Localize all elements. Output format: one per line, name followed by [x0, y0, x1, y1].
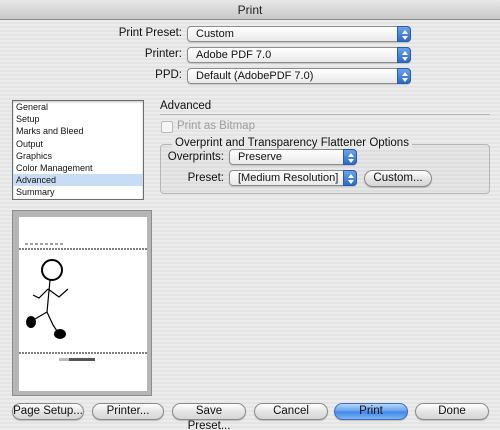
- preset-value: [Medium Resolution]: [238, 172, 339, 184]
- done-button[interactable]: Done: [415, 403, 489, 420]
- save-preset-button[interactable]: Save Preset...: [172, 403, 246, 430]
- sidebar-item-summary[interactable]: Summary: [13, 186, 143, 198]
- preview-paper: [19, 217, 147, 391]
- print-preset-label: Print Preset:: [118, 27, 182, 39]
- printer-popup[interactable]: Adobe PDF 7.0: [187, 47, 411, 63]
- window-title: Print: [0, 0, 500, 20]
- cancel-button[interactable]: Cancel: [254, 403, 328, 420]
- updown-arrows-icon: [343, 170, 357, 186]
- print-preset-value: Custom: [196, 28, 234, 40]
- overprints-label: Overprints:: [167, 151, 224, 163]
- print-button[interactable]: Print: [334, 403, 408, 420]
- updown-arrows-icon: [397, 26, 411, 42]
- ppd-popup[interactable]: Default (AdobePDF 7.0): [187, 68, 411, 84]
- sidebar-item-general[interactable]: General: [13, 101, 143, 113]
- ppd-label: PPD:: [155, 69, 182, 81]
- ppd-value: Default (AdobePDF 7.0): [196, 70, 314, 82]
- section-divider: [160, 114, 490, 115]
- print-as-bitmap-checkbox[interactable]: [161, 121, 173, 133]
- updown-arrows-icon: [397, 47, 411, 63]
- sidebar-item-marks-and-bleed[interactable]: Marks and Bleed: [13, 125, 143, 137]
- page-setup-button[interactable]: Page Setup...: [12, 403, 84, 420]
- category-list[interactable]: General Setup Marks and Bleed Output Gra…: [12, 100, 144, 200]
- sidebar-item-color-management[interactable]: Color Management: [13, 162, 143, 174]
- sidebar-item-setup[interactable]: Setup: [13, 113, 143, 125]
- section-title: Advanced: [160, 100, 212, 112]
- updown-arrows-icon: [343, 149, 357, 165]
- page-preview: [12, 210, 152, 396]
- sidebar-item-output[interactable]: Output: [13, 138, 143, 150]
- printer-label: Printer:: [144, 48, 182, 60]
- printer-value: Adobe PDF 7.0: [196, 49, 272, 61]
- sidebar-item-graphics[interactable]: Graphics: [13, 150, 143, 162]
- printer-button[interactable]: Printer...: [92, 403, 164, 420]
- updown-arrows-icon: [397, 68, 411, 84]
- custom-button[interactable]: Custom...: [364, 170, 432, 187]
- stick-figure-page-preview: [19, 243, 147, 361]
- preset-popup[interactable]: [Medium Resolution]: [229, 170, 357, 186]
- sidebar-item-advanced[interactable]: Advanced: [13, 174, 143, 187]
- print-preset-popup[interactable]: Custom: [187, 26, 411, 42]
- overprints-value: Preserve: [238, 151, 283, 163]
- flattener-group-title: Overprint and Transparency Flattener Opt…: [172, 137, 412, 149]
- overprints-popup[interactable]: Preserve: [229, 149, 357, 165]
- preset-label: Preset:: [187, 172, 224, 184]
- print-as-bitmap-label: Print as Bitmap: [177, 120, 255, 132]
